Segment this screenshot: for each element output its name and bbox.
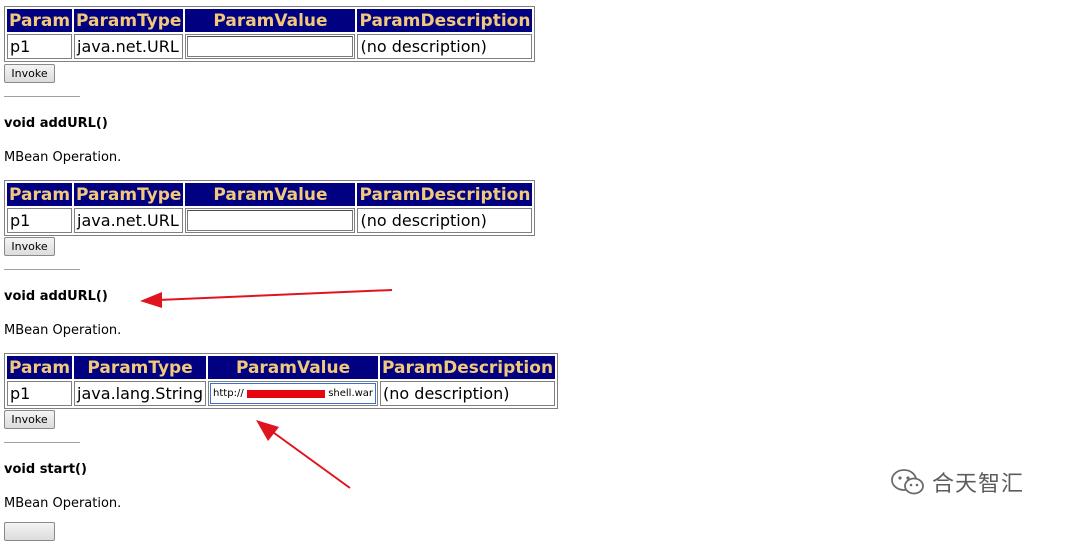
arrow-line-1 [157, 289, 393, 301]
wechat-icon [891, 469, 924, 495]
arrow-line-2 [269, 429, 351, 489]
watermark: 合天智汇 [890, 466, 1024, 498]
annotation-arrows [140, 289, 393, 489]
watermark-text: 合天智汇 [932, 472, 1025, 497]
arrow-head-2 [256, 420, 279, 441]
arrow-head-1 [140, 292, 162, 308]
